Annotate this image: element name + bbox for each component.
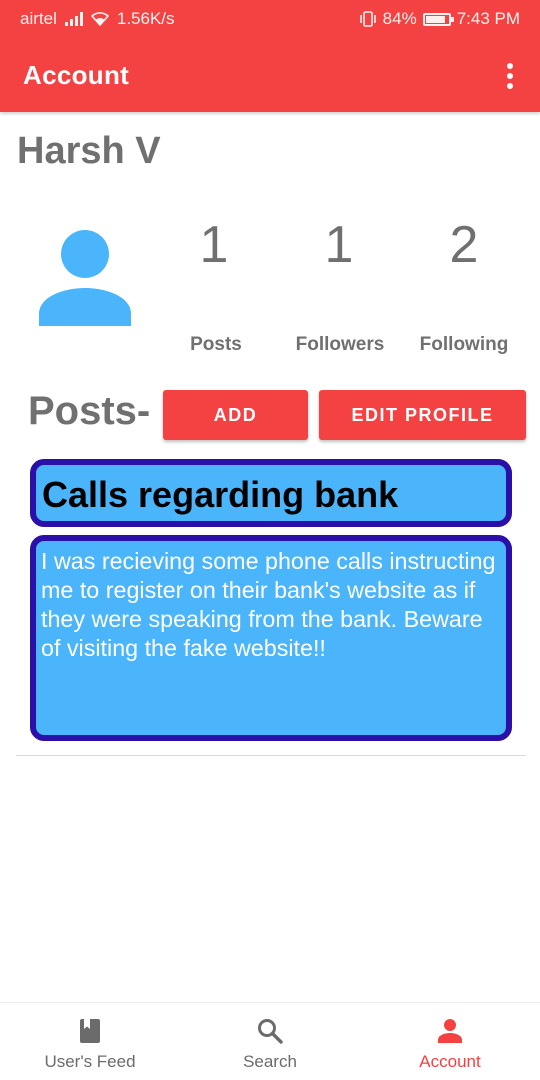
edit-profile-button[interactable]: EDIT PROFILE — [319, 390, 526, 440]
clock: 7:43 PM — [456, 9, 520, 28]
nav-account-label: Account — [419, 1052, 481, 1071]
battery-icon — [422, 12, 454, 26]
nav-users-feed[interactable]: User's Feed — [0, 1003, 180, 1080]
post-body-card[interactable]: I was recieving some phone calls instruc… — [30, 535, 512, 741]
carrier-name: airtel — [20, 9, 57, 28]
search-icon — [258, 1019, 283, 1044]
wifi-icon — [90, 12, 109, 26]
network-speed: 1.56K/s — [116, 9, 175, 28]
following-count: 2 — [449, 216, 479, 274]
bottom-navigation: User's Feed Search Account — [0, 1002, 540, 1080]
person-icon — [438, 1019, 462, 1043]
posts-count: 1 — [199, 216, 229, 274]
post-title: Calls regarding bank — [42, 474, 399, 515]
post-body: I was recieving some phone calls instruc… — [41, 548, 496, 661]
followers-count: 1 — [324, 216, 354, 274]
divider — [16, 755, 526, 756]
page-title: Account — [23, 60, 130, 90]
following-label: Following — [419, 334, 509, 355]
battery-percent: 84% — [382, 9, 417, 28]
book-icon — [80, 1019, 100, 1043]
post-title-card[interactable]: Calls regarding bank — [30, 459, 512, 527]
signal-icon — [64, 12, 83, 26]
posts-label: Posts — [190, 334, 242, 355]
person-icon — [39, 230, 131, 326]
followers-label: Followers — [295, 334, 385, 355]
nav-search[interactable]: Search — [180, 1003, 360, 1080]
nav-users-feed-label: User's Feed — [44, 1052, 136, 1071]
profile-name: Harsh V — [17, 130, 161, 172]
more-vert-icon[interactable] — [500, 60, 520, 92]
posts-heading: Posts- — [28, 389, 151, 433]
nav-account[interactable]: Account — [360, 1003, 540, 1080]
top-app-bar: airtel 1.56K/s 84% 7:43 PM Account — [0, 0, 540, 112]
nav-search-label: Search — [243, 1052, 297, 1071]
add-post-button[interactable]: ADD — [163, 390, 308, 440]
vibrate-icon — [359, 11, 376, 27]
status-bar: airtel 1.56K/s 84% 7:43 PM — [0, 0, 540, 38]
